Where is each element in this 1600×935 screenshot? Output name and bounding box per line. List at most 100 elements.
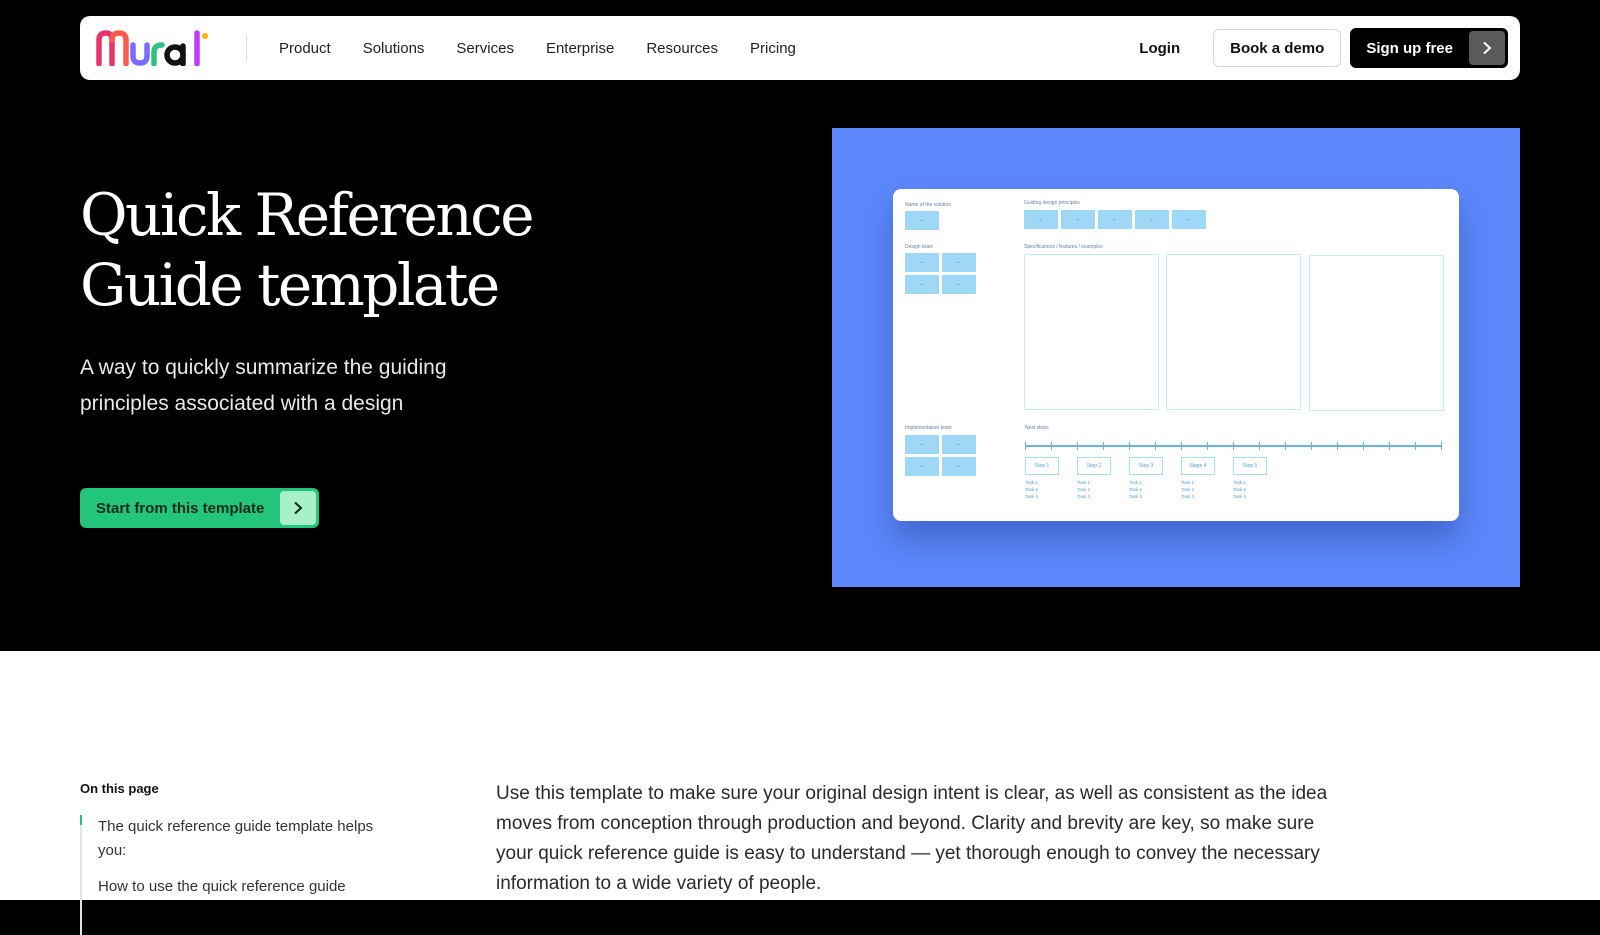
nav-link-services[interactable]: Services bbox=[456, 40, 514, 57]
task-list-3: Task 1 Task 2 Task 3 bbox=[1129, 479, 1142, 500]
board-label-impl-team: Implementation team bbox=[905, 425, 952, 431]
task-item: Task 1 bbox=[1233, 480, 1247, 485]
book-demo-button[interactable]: Book a demo bbox=[1213, 29, 1342, 67]
nav-actions: Login Book a demo Sign up free bbox=[1139, 28, 1508, 68]
sticky-note bbox=[1172, 210, 1206, 229]
spec-frame bbox=[1309, 255, 1444, 411]
mural-logo[interactable] bbox=[96, 28, 214, 68]
chevron-right-icon bbox=[280, 491, 317, 525]
login-link[interactable]: Login bbox=[1139, 40, 1180, 57]
sticky-note bbox=[942, 275, 976, 294]
nav-link-product[interactable]: Product bbox=[279, 40, 331, 57]
board-label-specs: Specifications / features / examples bbox=[1024, 244, 1103, 250]
task-list-1: Task 1 Task 2 Task 3 bbox=[1025, 479, 1038, 500]
sticky-note bbox=[1135, 210, 1169, 229]
nav-links: Product Solutions Services Enterprise Re… bbox=[279, 40, 828, 57]
task-item: Task 2 bbox=[1025, 487, 1039, 492]
template-preview[interactable]: Name of the solution Guiding design prin… bbox=[832, 128, 1520, 587]
book-demo-label: Book a demo bbox=[1230, 39, 1325, 57]
table-of-contents: The quick reference guide template helps… bbox=[80, 815, 402, 935]
sticky-note bbox=[905, 435, 939, 454]
timeline-tick bbox=[1363, 442, 1364, 450]
timeline-tick bbox=[1025, 442, 1026, 450]
intro-paragraph: Use this template to make sure your orig… bbox=[496, 783, 1328, 894]
timeline-tick bbox=[1415, 442, 1416, 450]
timeline-tick bbox=[1051, 442, 1052, 450]
task-item: Task 2 bbox=[1077, 487, 1091, 492]
timeline-tick bbox=[1077, 442, 1078, 450]
nav-divider bbox=[246, 35, 247, 61]
timeline-tick bbox=[1389, 442, 1390, 450]
board-label-principles: Guiding design principles bbox=[1024, 200, 1080, 206]
timeline-tick bbox=[1441, 442, 1442, 450]
task-list-4: Task 1 Task 2 Task 3 bbox=[1181, 479, 1194, 500]
timeline-tick bbox=[1233, 442, 1234, 450]
timeline-tick bbox=[1337, 442, 1338, 450]
timeline-tick bbox=[1155, 442, 1156, 450]
timeline-tick bbox=[1103, 442, 1104, 450]
mural-logo-icon bbox=[96, 30, 208, 66]
board-label-name: Name of the solution bbox=[905, 202, 951, 208]
task-item: Task 1 bbox=[1181, 480, 1195, 485]
task-list-2: Task 1 Task 2 Task 3 bbox=[1077, 479, 1090, 500]
board-label-next-steps: Next steps bbox=[1025, 425, 1049, 431]
spec-frame bbox=[1024, 254, 1159, 410]
chevron-right-icon bbox=[1469, 31, 1505, 65]
step-box-4: Steps 4 bbox=[1181, 457, 1215, 475]
sign-up-button[interactable]: Sign up free bbox=[1350, 28, 1508, 68]
task-item: Task 2 bbox=[1181, 487, 1195, 492]
start-template-button[interactable]: Start from this template bbox=[80, 488, 320, 528]
timeline-tick bbox=[1207, 442, 1208, 450]
sticky-note bbox=[942, 253, 976, 272]
step-box-1: Step 1 bbox=[1025, 457, 1059, 475]
page-title-line-2: Guide template bbox=[80, 251, 500, 319]
board-label-design-team: Design team bbox=[905, 244, 934, 250]
sign-up-label: Sign up free bbox=[1366, 39, 1453, 57]
task-item: Task 3 bbox=[1129, 494, 1143, 499]
toc-item-helps-you[interactable]: The quick reference guide template helps… bbox=[98, 815, 398, 863]
top-nav: Product Solutions Services Enterprise Re… bbox=[80, 16, 1520, 80]
page-subtitle-line-2: principles associated with a design bbox=[80, 392, 404, 415]
sticky-note bbox=[942, 457, 976, 476]
spec-frame bbox=[1166, 254, 1301, 410]
nav-link-resources[interactable]: Resources bbox=[646, 40, 718, 57]
task-item: Task 3 bbox=[1233, 494, 1247, 499]
toc-item-how-to-use[interactable]: How to use the quick reference guide bbox=[98, 875, 398, 899]
task-item: Task 1 bbox=[1129, 480, 1143, 485]
start-template-label: Start from this template bbox=[96, 499, 265, 517]
step-box-2: Step 2 bbox=[1077, 457, 1111, 475]
sticky-note bbox=[1098, 210, 1132, 229]
sticky-note bbox=[905, 457, 939, 476]
sticky-note bbox=[942, 435, 976, 454]
step-box-3: Step 3 bbox=[1129, 457, 1163, 475]
nav-link-enterprise[interactable]: Enterprise bbox=[546, 40, 614, 57]
task-item: Task 3 bbox=[1025, 494, 1039, 499]
timeline-tick bbox=[1129, 442, 1130, 450]
task-item: Task 1 bbox=[1077, 480, 1091, 485]
task-list-5: Task 1 Task 2 Task 3 bbox=[1233, 479, 1246, 500]
sticky-note bbox=[1061, 210, 1095, 229]
task-item: Task 1 bbox=[1025, 480, 1039, 485]
page-title: Quick Reference Guide template bbox=[80, 180, 640, 320]
task-item: Task 2 bbox=[1129, 487, 1143, 492]
nav-link-solutions[interactable]: Solutions bbox=[363, 40, 425, 57]
sticky-note bbox=[1024, 210, 1058, 229]
page-subtitle-line-1: A way to quickly summarize the guiding bbox=[80, 356, 447, 379]
toc-active-indicator bbox=[80, 815, 82, 825]
timeline-tick bbox=[1285, 442, 1286, 450]
toc-heading: On this page bbox=[80, 781, 159, 796]
sticky-note bbox=[905, 211, 939, 230]
template-board: Name of the solution Guiding design prin… bbox=[893, 189, 1459, 521]
timeline-tick bbox=[1311, 442, 1312, 450]
sticky-note bbox=[905, 253, 939, 272]
nav-link-pricing[interactable]: Pricing bbox=[750, 40, 796, 57]
task-item: Task 3 bbox=[1181, 494, 1195, 499]
task-item: Task 3 bbox=[1077, 494, 1091, 499]
timeline-tick bbox=[1259, 442, 1260, 450]
task-item: Task 2 bbox=[1233, 487, 1247, 492]
page-title-line-1: Quick Reference bbox=[80, 181, 535, 249]
content-section: On this page The quick reference guide t… bbox=[0, 651, 1600, 935]
page-subtitle: A way to quickly summarize the guiding p… bbox=[80, 350, 520, 422]
step-box-5: Step 5 bbox=[1233, 457, 1267, 475]
timeline-tick bbox=[1181, 442, 1182, 450]
